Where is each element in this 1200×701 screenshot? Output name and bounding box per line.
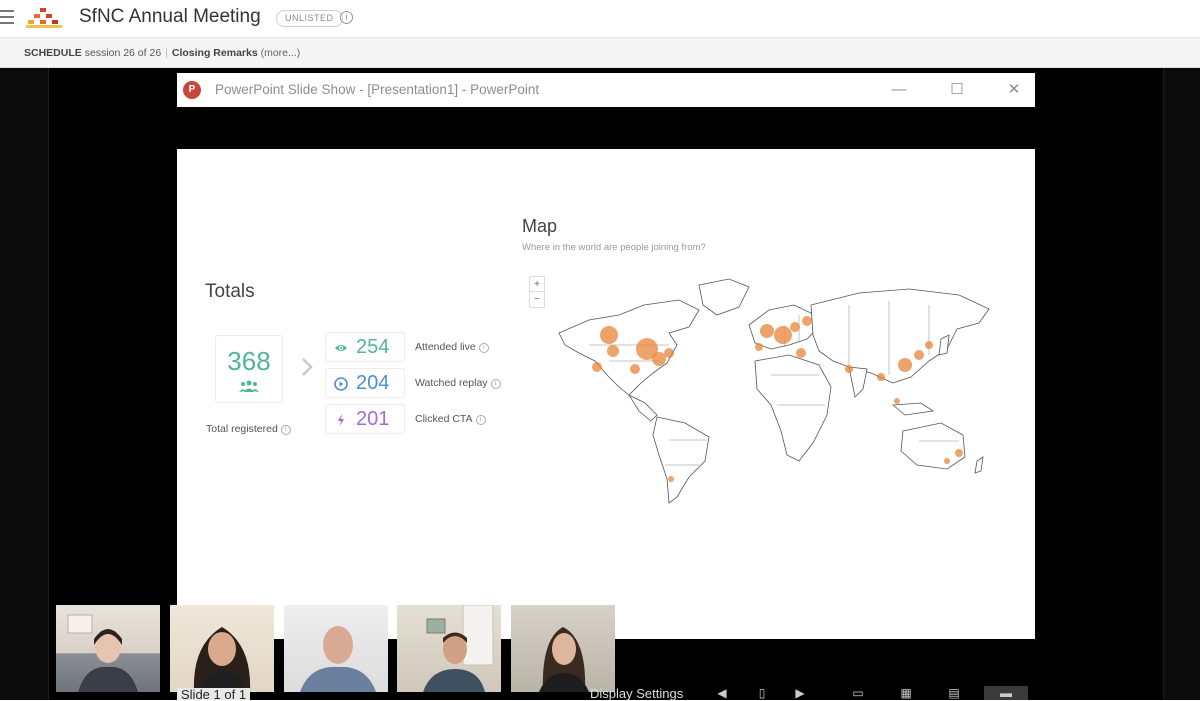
participant-video-tile[interactable] (397, 605, 501, 692)
map-marker (955, 449, 963, 457)
map-zoom-control: + − (529, 276, 545, 308)
north-america (558, 299, 700, 396)
info-icon[interactable]: i (340, 11, 353, 24)
slide-content: Totals 368 Total registered i 254 Attende… (177, 149, 1035, 639)
participant-video-tile[interactable] (170, 605, 274, 692)
play-circle-icon (334, 377, 348, 391)
participant-silhouette (423, 605, 494, 692)
event-title: SfNC Annual Meeting (79, 6, 261, 27)
attended-live-label: Attended live i (415, 341, 489, 353)
watched-replay-value: 204 (356, 372, 390, 394)
more-link[interactable]: (more...) (261, 47, 301, 59)
participant-silhouette (67, 614, 138, 692)
people-icon (239, 380, 259, 392)
schedule-bar: SCHEDULE session 26 of 26 | Closing Remark… (0, 38, 1200, 68)
totals-heading: Totals (205, 281, 255, 302)
slide-thumbnail-icon[interactable]: ▯ (752, 686, 772, 700)
next-slide-icon[interactable]: ▶ (790, 686, 810, 700)
ppt-titlebar: P PowerPoint Slide Show - [Presentation1… (177, 73, 1035, 107)
clicked-cta-value: 201 (356, 408, 390, 430)
map-marker (760, 324, 774, 338)
powerpoint-window: P PowerPoint Slide Show - [Presentation1… (177, 73, 1035, 639)
map-heading: Map (522, 216, 558, 236)
map-marker (755, 343, 763, 351)
map-marker (877, 373, 885, 381)
powerpoint-icon: P (183, 81, 201, 99)
participant-video-tile[interactable] (56, 605, 160, 692)
normal-view-icon[interactable]: ▭ (848, 686, 868, 700)
map-marker (652, 352, 666, 366)
slide-show-icon[interactable]: ▬ (984, 686, 1028, 700)
map-marker (944, 458, 950, 464)
menu-icon[interactable] (0, 10, 16, 26)
map-marker (894, 398, 900, 404)
map-marker (914, 350, 924, 360)
eye-icon (335, 345, 347, 351)
map-marker (600, 326, 618, 344)
clicked-cta-card: 201 (325, 404, 405, 434)
display-settings-button[interactable]: Display Settings (590, 686, 683, 701)
chevron-right-icon (302, 358, 313, 376)
map-marker (790, 322, 800, 332)
indonesia (891, 402, 935, 416)
participant-video-tile[interactable] (284, 605, 388, 692)
schedule-link[interactable]: SCHEDULE (24, 47, 82, 59)
participant-silhouette (300, 626, 376, 692)
reading-view-icon[interactable]: ▤ (944, 686, 964, 700)
participant-silhouette (193, 627, 251, 692)
participant-video-tile[interactable] (511, 605, 615, 692)
info-icon[interactable]: i (490, 379, 501, 389)
close-icon[interactable]: ✕ (1005, 81, 1023, 99)
map-marker (607, 345, 619, 357)
watched-replay-card: 204 (325, 368, 405, 398)
top-header: SfNC Annual Meeting UNLISTED i (0, 0, 1200, 38)
africa (754, 354, 832, 462)
attended-live-value: 254 (356, 336, 390, 358)
ppt-window-title: PowerPoint Slide Show - [Presentation1] … (215, 82, 540, 97)
map-marker (845, 365, 853, 373)
map-subtitle: Where in the world are people joining fr… (522, 242, 706, 253)
maximize-icon[interactable]: ☐ (948, 81, 966, 99)
clicked-cta-label: Clicked CTA i (415, 413, 486, 425)
session-title: Closing Remarks (171, 47, 258, 59)
australia (900, 422, 966, 470)
watched-replay-label: Watched replay i (415, 377, 501, 389)
info-icon[interactable]: i (475, 415, 486, 425)
participant-silhouette (539, 627, 589, 692)
map-marker (796, 348, 806, 358)
greenland (698, 278, 750, 316)
map-marker (925, 341, 933, 349)
previous-slide-icon[interactable]: ◀ (712, 686, 732, 700)
world-map (558, 278, 990, 504)
total-registered-label: Total registered i (206, 423, 291, 435)
central-america (627, 394, 658, 422)
map-marker (630, 364, 640, 374)
slide-counter: Slide 1 of 1 (177, 688, 251, 700)
session-position: session 26 of 26 (84, 47, 162, 59)
attended-live-card: 254 (325, 332, 405, 362)
map-marker (898, 358, 912, 372)
new-zealand (974, 456, 984, 474)
info-icon[interactable]: i (280, 425, 291, 435)
map-marker (592, 362, 602, 372)
zoom-in-button[interactable]: + (530, 277, 544, 292)
zoom-out-button[interactable]: − (530, 292, 544, 307)
visibility-badge: UNLISTED (276, 10, 343, 27)
total-registered-value: 368 (227, 346, 271, 376)
sfnc-logo (26, 8, 62, 28)
slide-sorter-icon[interactable]: ▦ (896, 686, 916, 700)
map-marker (774, 326, 792, 344)
south-america (652, 416, 710, 504)
map-marker (664, 348, 674, 358)
total-registered-card: 368 (215, 335, 283, 403)
bolt-icon (338, 414, 344, 426)
info-icon[interactable]: i (478, 343, 489, 353)
map-marker (668, 476, 674, 482)
minimize-icon[interactable]: — (890, 81, 908, 99)
map-marker (802, 316, 812, 326)
